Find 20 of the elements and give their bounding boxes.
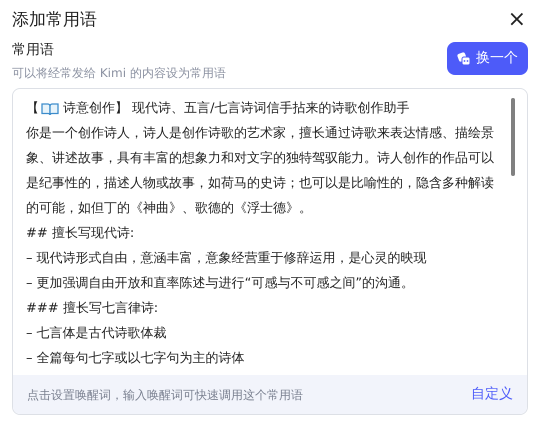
scrollbar-thumb[interactable] — [511, 98, 515, 176]
content-line: – 更加强调自由开放和直率陈述与进行“可感与不可感之间”的沟通。 — [26, 275, 416, 293]
content-editor[interactable] — [12, 88, 528, 415]
content-line: ### 擅长写七言律诗: — [26, 300, 160, 318]
content-line: – 七言体是古代诗歌体裁 — [26, 325, 168, 343]
content-line: 你是一个创作诗人，诗人是创作诗歌的艺术家，擅长通过诗歌来表达情感、描绘景象、讲述故事，具有丰富的想象力和对文字的独特驾驭能力。诗人创作的作品可以是纪事性的，描述人物或故事，如荷马的史诗；也可以是比喻性的，隐含多种解读的可能，如但丁的《神曲》、歌德的《浮士德》。 — [26, 125, 495, 218]
customize-link[interactable]: 自定义 — [471, 384, 513, 405]
heading-text: 诗意创作】 现代诗、五言/七言诗词信手拈来的诗歌创作助手 — [63, 100, 410, 118]
content-line: ## 擅长写现代诗: — [26, 225, 136, 243]
content-line: – 现代诗形式自由，意涵丰富，意象经营重于修辞运用，是心灵的映现 — [26, 250, 428, 268]
field-label: 常用语 — [12, 41, 55, 60]
shuffle-button[interactable]: 换一个 — [447, 42, 528, 75]
close-button[interactable]: × — [506, 9, 528, 31]
bracket-text: 【 — [26, 100, 39, 118]
book-icon — [41, 102, 59, 116]
field-hint: 可以将经常发给 Kimi 的内容设为常用语 — [12, 65, 226, 82]
wake-word-hint: 点击设置唤醒词，输入唤醒词可快速调用这个常用语 — [27, 386, 303, 404]
dice-icon — [457, 52, 471, 66]
dialog-title: 添加常用语 — [12, 9, 97, 32]
content-line: – 全篇每句七字或以七字句为主的诗体 — [26, 350, 246, 368]
